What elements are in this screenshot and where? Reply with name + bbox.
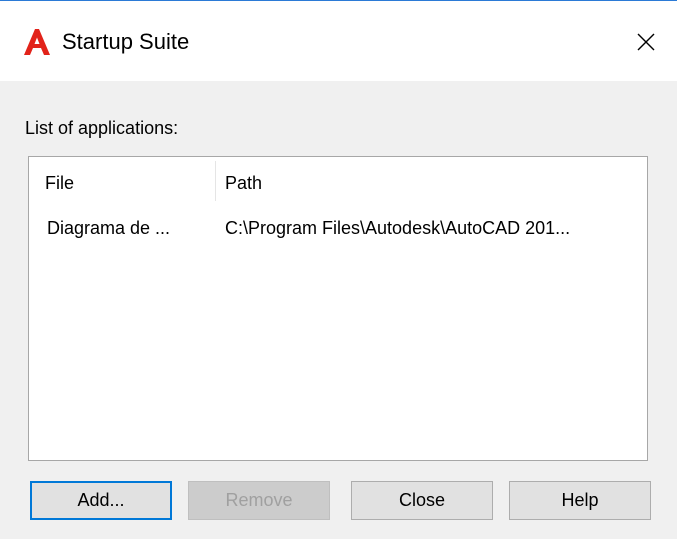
help-button[interactable]: Help	[509, 481, 651, 520]
close-button[interactable]: Close	[351, 481, 493, 520]
column-header-file[interactable]: File	[45, 172, 74, 194]
title-bar[interactable]: Startup Suite	[0, 1, 677, 81]
list-item-path: C:\Program Files\Autodesk\AutoCAD 201...	[225, 218, 571, 238]
list-item[interactable]: Diagrama de ... C:\Program Files\Autodes…	[29, 213, 647, 243]
remove-button: Remove	[188, 481, 330, 520]
startup-suite-dialog: Startup Suite List of applications: File…	[0, 0, 677, 539]
add-button[interactable]: Add...	[30, 481, 172, 520]
close-icon	[637, 33, 655, 51]
autocad-logo-icon	[24, 29, 50, 55]
list-item-file: Diagrama de ...	[47, 218, 171, 238]
applications-list[interactable]: File Path Diagrama de ... C:\Program Fil…	[28, 156, 648, 461]
list-header: File Path	[29, 157, 647, 203]
window-title: Startup Suite	[62, 29, 190, 54]
column-separator[interactable]	[215, 161, 216, 201]
column-header-path[interactable]: Path	[225, 172, 262, 194]
list-of-applications-label: List of applications:	[25, 118, 179, 138]
close-window-button[interactable]	[629, 25, 663, 59]
